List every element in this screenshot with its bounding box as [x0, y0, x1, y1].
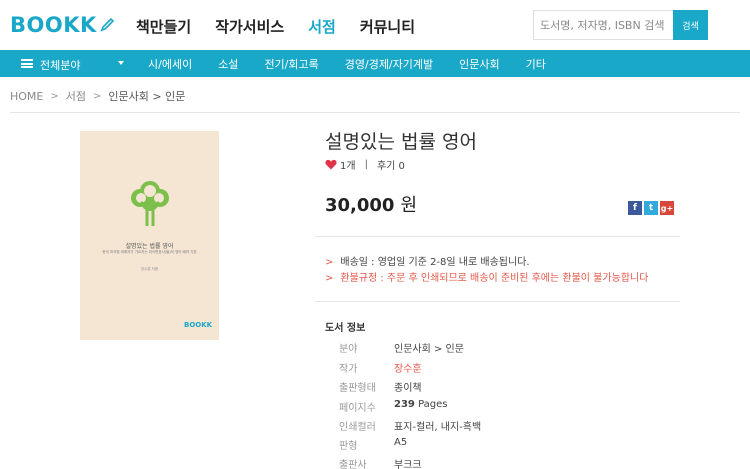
chevron-right-icon: >	[325, 273, 334, 284]
breadcrumb-store[interactable]: 서점	[66, 88, 86, 104]
price: 30,000 원	[325, 191, 417, 217]
chevron-right-icon: >	[93, 90, 102, 102]
breadcrumb-home[interactable]: HOME	[10, 90, 43, 103]
category-novel[interactable]: 소설	[218, 56, 238, 72]
shipping-info: > 배송일 : 영업일 기준 2-8일 내로 배송됩니다.	[325, 253, 530, 268]
info-value: 표지-컬러, 내지-흑백	[394, 422, 482, 433]
site-logo[interactable]: BOOKK	[10, 13, 115, 37]
page-count: 239	[394, 399, 415, 410]
chevron-right-icon: >	[325, 257, 334, 268]
product-title: 설명있는 법률 영어	[325, 131, 477, 153]
info-value: 부크크	[394, 460, 422, 469]
info-key: 페이지수	[339, 403, 376, 414]
separator: |	[364, 159, 368, 170]
google-plus-icon[interactable]: g+	[660, 201, 674, 215]
info-value: 239 Pages	[394, 399, 447, 410]
cover-subtitle: 한국 미국법 외래자가 가르치는 미국변호사(들)의 영어 배려 기본	[102, 250, 197, 254]
price-value: 30,000	[325, 195, 395, 216]
price-currency: 원	[400, 195, 418, 216]
menu-icon	[21, 59, 33, 68]
category-etc[interactable]: 기타	[526, 56, 546, 72]
chevron-right-icon: >	[50, 90, 59, 102]
page-unit: Pages	[418, 399, 448, 410]
logo-text: BOOKK	[10, 13, 97, 37]
search-input[interactable]	[534, 11, 674, 39]
nav-bookstore[interactable]: 서점	[308, 16, 336, 37]
author-link[interactable]: 장수훈	[394, 360, 422, 375]
site-header: BOOKK 책만들기 작가서비스 서점 커뮤니티 검색	[0, 0, 750, 50]
review-count[interactable]: 후기 0	[377, 157, 405, 172]
info-key: 판형	[339, 441, 358, 452]
info-value: 인문사회 > 인문	[394, 344, 464, 355]
cover-author: 장수훈 지음	[140, 267, 159, 271]
info-key: 작가	[339, 364, 358, 375]
heart-icon[interactable]	[325, 159, 337, 170]
book-info-heading: 도서 정보	[325, 323, 366, 334]
divider	[315, 236, 680, 237]
divider	[10, 112, 740, 113]
caret-down-icon	[118, 61, 124, 65]
main-nav: 책만들기 작가서비스 서점 커뮤니티	[136, 16, 439, 37]
product-meta: 1개 | 후기 0	[325, 157, 405, 172]
book-cover: 설명있는 법률 영어 한국 미국법 외래자가 가르치는 미국변호사(들)의 영어…	[80, 131, 219, 340]
category-bar: 전체분야 시/에세이 소설 전기/회고록 경영/경제/자기계발 인문사회 기타	[0, 50, 750, 77]
category-biography[interactable]: 전기/회고록	[264, 56, 318, 72]
breadcrumb: HOME > 서점 > 인문사회 > 인문	[10, 88, 185, 104]
info-key: 인쇄컬러	[339, 422, 376, 433]
divider	[315, 301, 680, 302]
share-buttons: f t g+	[628, 201, 676, 215]
category-business[interactable]: 경영/경제/자기계발	[345, 56, 433, 72]
search-button[interactable]: 검색	[673, 10, 708, 40]
like-count: 1개	[340, 161, 356, 172]
nav-community[interactable]: 커뮤니티	[360, 16, 415, 37]
cover-title: 설명있는 법률 영어	[125, 243, 174, 250]
nav-author-service[interactable]: 작가서비스	[215, 16, 284, 37]
category-humanities[interactable]: 인문사회	[459, 56, 499, 72]
info-value: A5	[394, 437, 408, 448]
info-key: 출판사	[339, 460, 367, 469]
info-key: 분야	[339, 344, 358, 355]
all-categories-dropdown[interactable]: 전체분야	[0, 50, 134, 77]
nav-make-book[interactable]: 책만들기	[136, 16, 191, 37]
cover-logo: BOOKK	[184, 321, 213, 329]
breadcrumb-current[interactable]: 인문사회 > 인문	[108, 88, 185, 104]
category-list: 시/에세이 소설 전기/회고록 경영/경제/자기계발 인문사회 기타	[134, 50, 546, 77]
facebook-icon[interactable]: f	[628, 201, 642, 215]
info-key: 출판형태	[339, 383, 376, 394]
twitter-icon[interactable]: t	[644, 201, 658, 215]
category-essay[interactable]: 시/에세이	[148, 56, 192, 72]
refund-text: 환불규정 : 주문 후 인쇄되므로 배송이 준비된 후에는 환불이 불가능합니다	[340, 273, 649, 284]
all-categories-label: 전체분야	[40, 59, 81, 72]
tree-icon	[131, 181, 169, 226]
info-value: 종이책	[394, 383, 422, 394]
refund-policy: > 환불규정 : 주문 후 인쇄되므로 배송이 준비된 후에는 환불이 불가능합니…	[325, 269, 648, 284]
shipping-text: 배송일 : 영업일 기준 2-8일 내로 배송됩니다.	[340, 257, 530, 268]
pen-icon	[100, 17, 114, 32]
